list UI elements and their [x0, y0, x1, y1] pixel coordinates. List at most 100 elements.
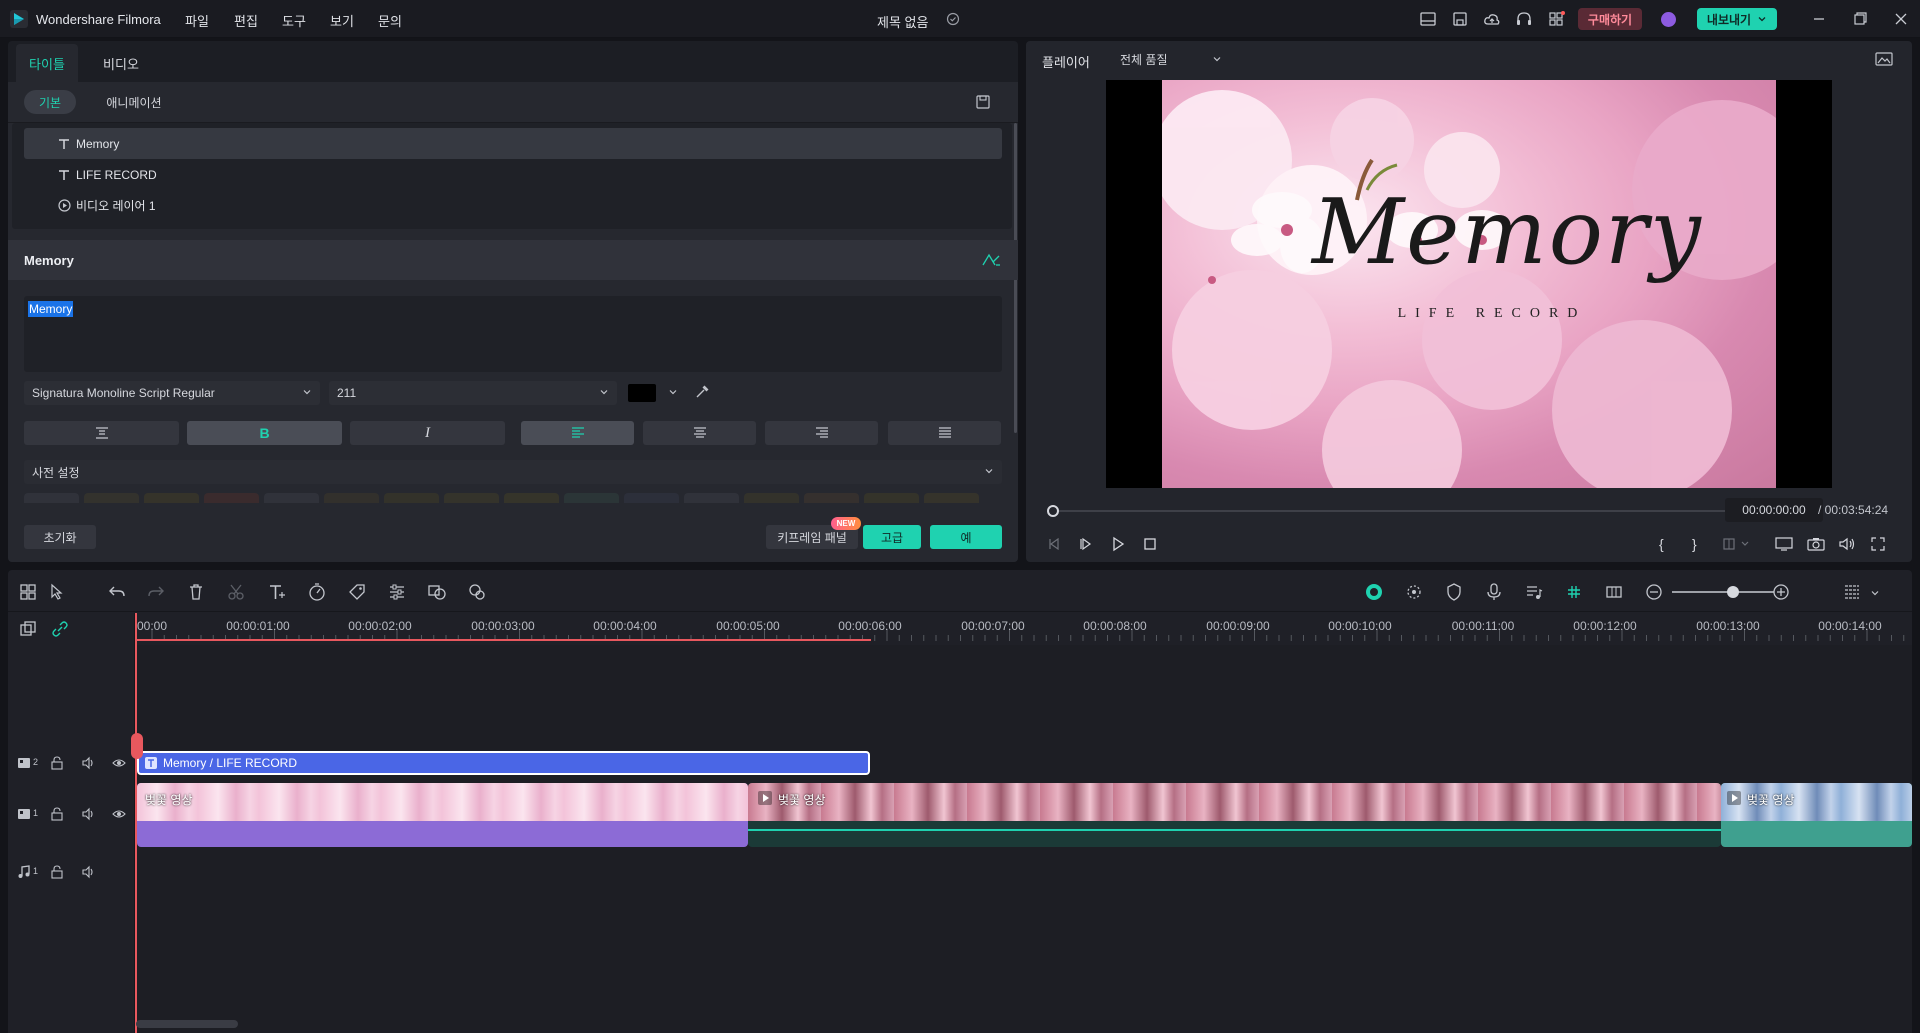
ai-tool-icon[interactable]	[467, 582, 487, 602]
eye-icon[interactable]	[112, 807, 126, 821]
video-clip[interactable]: 벚꽃 영상	[137, 783, 748, 847]
tag-icon[interactable]	[347, 582, 367, 602]
playhead[interactable]	[135, 613, 137, 1033]
lock-icon[interactable]	[50, 756, 64, 770]
preset-select[interactable]: 사전 설정	[24, 460, 1002, 484]
apps-grid-icon[interactable]	[1547, 11, 1565, 27]
shield-icon[interactable]	[1444, 582, 1464, 602]
menu-tools[interactable]: 도구	[282, 11, 306, 30]
avatar[interactable]	[1661, 12, 1676, 27]
preset-swatch[interactable]	[744, 493, 799, 503]
motion-track-icon[interactable]	[1404, 582, 1424, 602]
preset-swatch[interactable]	[384, 493, 439, 503]
font-size-select[interactable]: 211	[329, 381, 617, 405]
preset-swatch[interactable]	[204, 493, 259, 503]
font-color-select[interactable]	[620, 381, 680, 405]
reset-button[interactable]: 초기화	[24, 525, 96, 549]
undo-icon[interactable]	[107, 582, 127, 602]
align-center-button[interactable]	[643, 421, 756, 445]
monitor-icon[interactable]	[1775, 536, 1793, 552]
preset-swatch[interactable]	[84, 493, 139, 503]
playhead-handle[interactable]	[131, 733, 143, 759]
text-spacing-button[interactable]	[24, 421, 179, 445]
save-icon[interactable]	[1451, 11, 1469, 27]
tab-title[interactable]: 타이틀	[16, 44, 78, 82]
zoom-slider-handle[interactable]	[1727, 586, 1739, 598]
preset-swatch[interactable]	[144, 493, 199, 503]
color-match-icon[interactable]	[427, 582, 447, 602]
preset-swatch[interactable]	[684, 493, 739, 503]
buy-button[interactable]: 구매하기	[1578, 8, 1642, 30]
eyedropper-icon[interactable]	[694, 384, 710, 400]
layout-icon[interactable]	[1419, 11, 1437, 27]
preset-swatch[interactable]	[864, 493, 919, 503]
zoom-slider[interactable]	[1672, 585, 1774, 599]
preset-swatch[interactable]	[624, 493, 679, 503]
stop-icon[interactable]	[1142, 536, 1158, 552]
redo-icon[interactable]	[146, 582, 166, 602]
tab-video[interactable]: 비디오	[90, 44, 152, 82]
play-icon[interactable]	[1110, 536, 1126, 552]
select-tool-icon[interactable]	[48, 582, 68, 602]
mark-in-icon[interactable]: {	[1659, 536, 1673, 552]
playback-scrubber[interactable]	[1047, 505, 1730, 517]
lock-icon[interactable]	[50, 865, 64, 879]
title-clip[interactable]: Memory / LIFE RECORD	[137, 751, 870, 775]
font-family-select[interactable]: Signatura Monoline Script Regular	[24, 381, 320, 405]
layer-item-memory[interactable]: Memory	[24, 128, 1002, 159]
preset-swatch[interactable]	[324, 493, 379, 503]
menu-view[interactable]: 보기	[330, 11, 354, 30]
text-input[interactable]: Memory	[24, 296, 1002, 372]
marker-list-icon[interactable]	[1723, 536, 1751, 552]
preset-swatch[interactable]	[24, 493, 79, 503]
grid-menu-icon[interactable]	[1842, 582, 1862, 602]
audio-list-icon[interactable]	[1524, 582, 1544, 602]
advanced-button[interactable]: 고급	[863, 525, 921, 549]
subtab-basic[interactable]: 기본	[24, 90, 76, 114]
current-time-field[interactable]: 00:00:00:00	[1725, 498, 1823, 522]
align-left-button[interactable]	[521, 421, 634, 445]
headset-icon[interactable]	[1515, 11, 1533, 27]
render-preview-icon[interactable]	[1364, 582, 1384, 602]
export-button[interactable]: 내보내기	[1697, 8, 1777, 30]
preset-swatch[interactable]	[924, 493, 979, 503]
preset-swatch[interactable]	[264, 493, 319, 503]
align-justify-button[interactable]	[888, 421, 1001, 445]
layer-item-video-layer[interactable]: 비디오 레이어 1	[24, 190, 1002, 221]
eye-icon[interactable]	[112, 756, 126, 770]
video-clip[interactable]: 벚꽃 영상	[1721, 783, 1912, 847]
chevron-down-icon[interactable]	[1870, 588, 1880, 598]
delete-icon[interactable]	[186, 582, 206, 602]
text-tool-icon[interactable]	[267, 582, 287, 602]
scrubber-handle[interactable]	[1047, 505, 1059, 517]
menu-file[interactable]: 파일	[185, 11, 209, 30]
ok-button[interactable]: 예	[930, 525, 1002, 549]
play-frame-icon[interactable]	[1078, 536, 1094, 552]
snap-icon[interactable]	[1564, 582, 1584, 602]
restore-icon[interactable]	[1851, 11, 1869, 27]
snapshot-quality-icon[interactable]	[1875, 51, 1893, 67]
fullscreen-icon[interactable]	[1870, 536, 1886, 552]
preset-swatch[interactable]	[804, 493, 859, 503]
minimize-icon[interactable]	[1810, 11, 1828, 27]
save-preset-icon[interactable]	[975, 94, 991, 110]
menu-help[interactable]: 문의	[378, 11, 402, 30]
quality-select[interactable]: 전체 품질	[1112, 47, 1230, 71]
close-icon[interactable]	[1892, 11, 1910, 27]
zoom-in-icon[interactable]	[1771, 582, 1791, 602]
preset-swatch[interactable]	[564, 493, 619, 503]
camera-icon[interactable]	[1807, 536, 1825, 552]
microphone-icon[interactable]	[1484, 582, 1504, 602]
volume-icon[interactable]	[82, 865, 96, 879]
preset-swatch[interactable]	[504, 493, 559, 503]
layer-item-life-record[interactable]: LIFE RECORD	[24, 159, 1002, 190]
add-track-icon[interactable]	[18, 619, 38, 639]
volume-icon[interactable]	[1838, 536, 1856, 552]
volume-icon[interactable]	[82, 807, 96, 821]
video-preview[interactable]: Memory LIFE RECORD	[1106, 80, 1832, 488]
video-clip[interactable]: 벚꽃 영상	[748, 783, 1721, 847]
preset-swatch[interactable]	[444, 493, 499, 503]
cut-icon[interactable]	[226, 582, 246, 602]
bold-button[interactable]: B	[187, 421, 342, 445]
italic-button[interactable]: I	[350, 421, 505, 445]
